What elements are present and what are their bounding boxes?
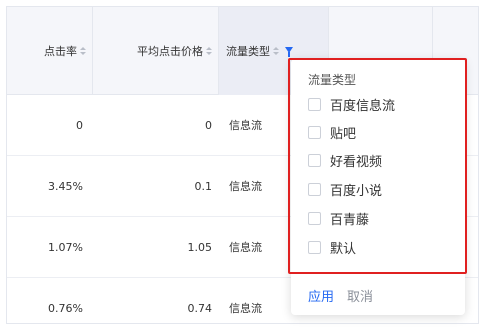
- cell-traffic-type: 信息流: [229, 119, 262, 132]
- column-header-label: 平均点击价格: [137, 45, 203, 58]
- checkbox[interactable]: [308, 183, 321, 196]
- filter-icon[interactable]: [285, 47, 293, 57]
- sort-icon[interactable]: [80, 46, 86, 56]
- cell-ctr: 0: [76, 118, 83, 132]
- filter-option[interactable]: 贴吧: [308, 123, 356, 142]
- sort-icon[interactable]: [206, 46, 212, 56]
- cell-avg-cpc: 0.74: [187, 301, 213, 315]
- filter-option-label: 默认: [330, 242, 357, 257]
- filter-option[interactable]: 百度信息流: [308, 95, 395, 114]
- column-header-label: 点击率: [44, 45, 77, 58]
- cancel-button[interactable]: 取消: [347, 286, 373, 305]
- cell-traffic-type: 信息流: [229, 180, 262, 193]
- cell-avg-cpc: 1.05: [187, 240, 213, 254]
- checkbox[interactable]: [308, 212, 321, 225]
- checkbox[interactable]: [308, 154, 321, 167]
- filter-option-label: 百度小说: [330, 184, 383, 199]
- cell-traffic-type: 信息流: [229, 241, 262, 254]
- checkbox[interactable]: [308, 241, 321, 254]
- filter-option-label: 百度信息流: [330, 99, 396, 114]
- cell-avg-cpc: 0.1: [194, 179, 213, 193]
- cell-ctr: 0.76%: [48, 301, 83, 315]
- cell-avg-cpc: 0: [205, 118, 212, 132]
- column-header-avg-cpc[interactable]: 平均点击价格: [93, 7, 219, 95]
- filter-actions: 应用 取消: [308, 286, 373, 305]
- filter-dropdown: 流量类型 百度信息流 贴吧 好看视频 百度小说 百青藤 默认 应用 取消: [291, 59, 465, 315]
- filter-option-label: 好看视频: [330, 155, 383, 170]
- filter-option[interactable]: 默认: [308, 238, 356, 257]
- filter-option-label: 百青藤: [330, 213, 370, 228]
- checkbox[interactable]: [308, 98, 321, 111]
- cell-ctr: 3.45%: [48, 179, 83, 193]
- checkbox[interactable]: [308, 126, 321, 139]
- cell-ctr: 1.07%: [48, 240, 83, 254]
- filter-option[interactable]: 好看视频: [308, 151, 382, 170]
- filter-option[interactable]: 百青藤: [308, 209, 369, 228]
- column-header-ctr[interactable]: 点击率: [7, 7, 93, 95]
- apply-button[interactable]: 应用: [308, 286, 334, 305]
- sort-icon[interactable]: [273, 46, 279, 56]
- filter-option-label: 贴吧: [330, 127, 357, 142]
- cell-traffic-type: 信息流: [229, 302, 262, 315]
- filter-option[interactable]: 百度小说: [308, 180, 382, 199]
- column-header-label: 流量类型: [226, 45, 270, 58]
- filter-title: 流量类型: [308, 73, 357, 87]
